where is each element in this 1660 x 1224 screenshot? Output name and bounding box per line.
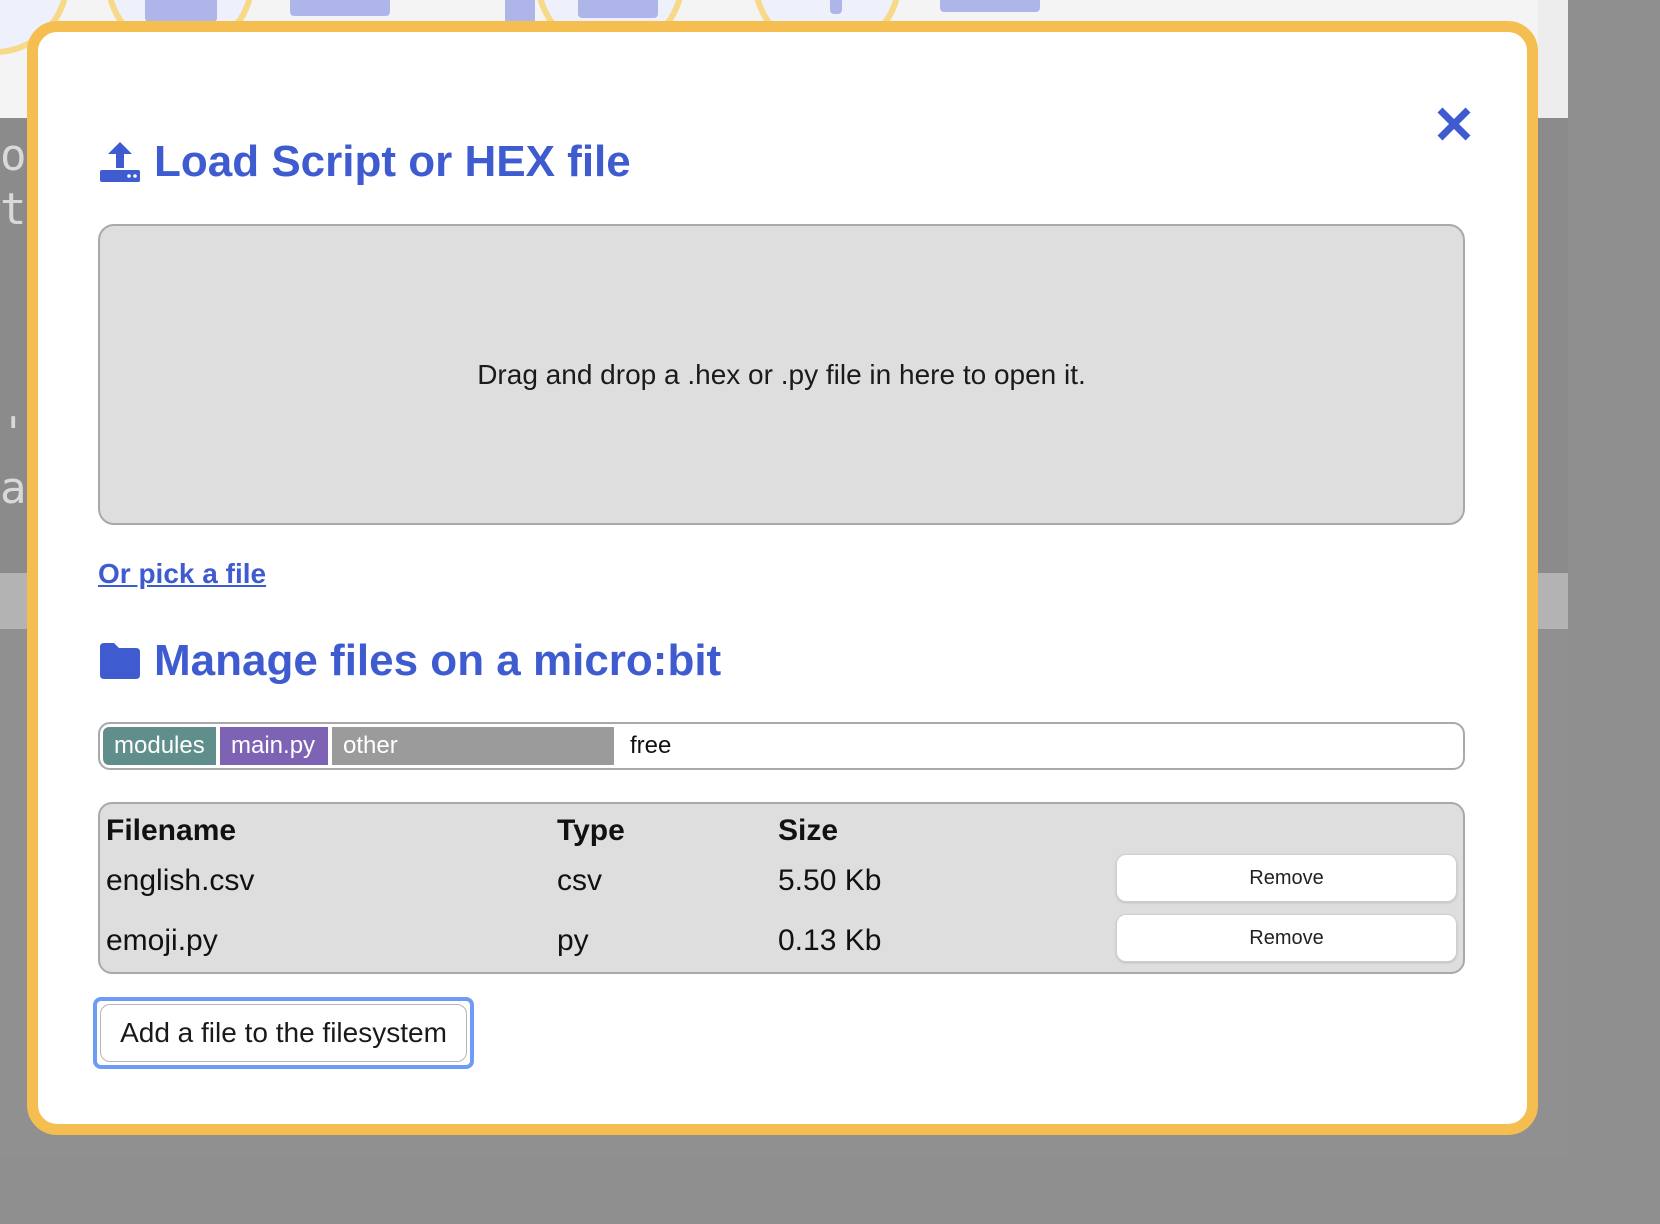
header-size: Size: [778, 814, 839, 847]
row-1-size: 5.50 Kb: [778, 864, 882, 897]
usage-segment-free: free: [630, 732, 672, 759]
files-table: Filename Type Size english.csv csv 5.50 …: [98, 802, 1465, 974]
add-file-button-label: Add a file to the filesystem: [100, 1004, 467, 1062]
upload-icon: [100, 142, 140, 182]
row-2-filename: emoji.py: [106, 924, 218, 957]
manage-title-text: Manage files on a micro:bit: [154, 636, 722, 685]
row-1-filename: english.csv: [106, 864, 255, 897]
close-button[interactable]: [1428, 98, 1480, 150]
storage-usage-bar: modules main.py other free: [98, 722, 1465, 770]
header-filename: Filename: [106, 814, 237, 847]
header-type: Type: [557, 814, 625, 847]
remove-button-emoji-py[interactable]: Remove: [1116, 914, 1457, 962]
usage-segment-other: other: [332, 727, 614, 765]
drop-zone-text: Drag and drop a .hex or .py file in here…: [477, 358, 1086, 390]
load-modal: Load Script or HEX file Drag and drop a …: [27, 21, 1538, 1135]
close-icon: [1437, 107, 1471, 141]
load-title-text: Load Script or HEX file: [154, 137, 631, 186]
row-2-type: py: [557, 924, 589, 957]
add-file-button[interactable]: Add a file to the filesystem: [93, 997, 474, 1069]
row-2-size: 0.13 Kb: [778, 924, 882, 957]
manage-section-title: Manage files on a micro:bit: [98, 636, 721, 686]
row-1-type: csv: [557, 864, 602, 897]
remove-button-english-csv[interactable]: Remove: [1116, 854, 1457, 902]
usage-segment-main-py: main.py: [220, 727, 328, 765]
drop-zone[interactable]: Drag and drop a .hex or .py file in here…: [98, 224, 1465, 525]
background-edge: [1538, 0, 1568, 118]
load-section-title: Load Script or HEX file: [98, 137, 631, 187]
usage-segment-modules: modules: [103, 727, 216, 765]
folder-icon: [100, 643, 140, 679]
pick-file-link[interactable]: Or pick a file: [98, 558, 266, 590]
